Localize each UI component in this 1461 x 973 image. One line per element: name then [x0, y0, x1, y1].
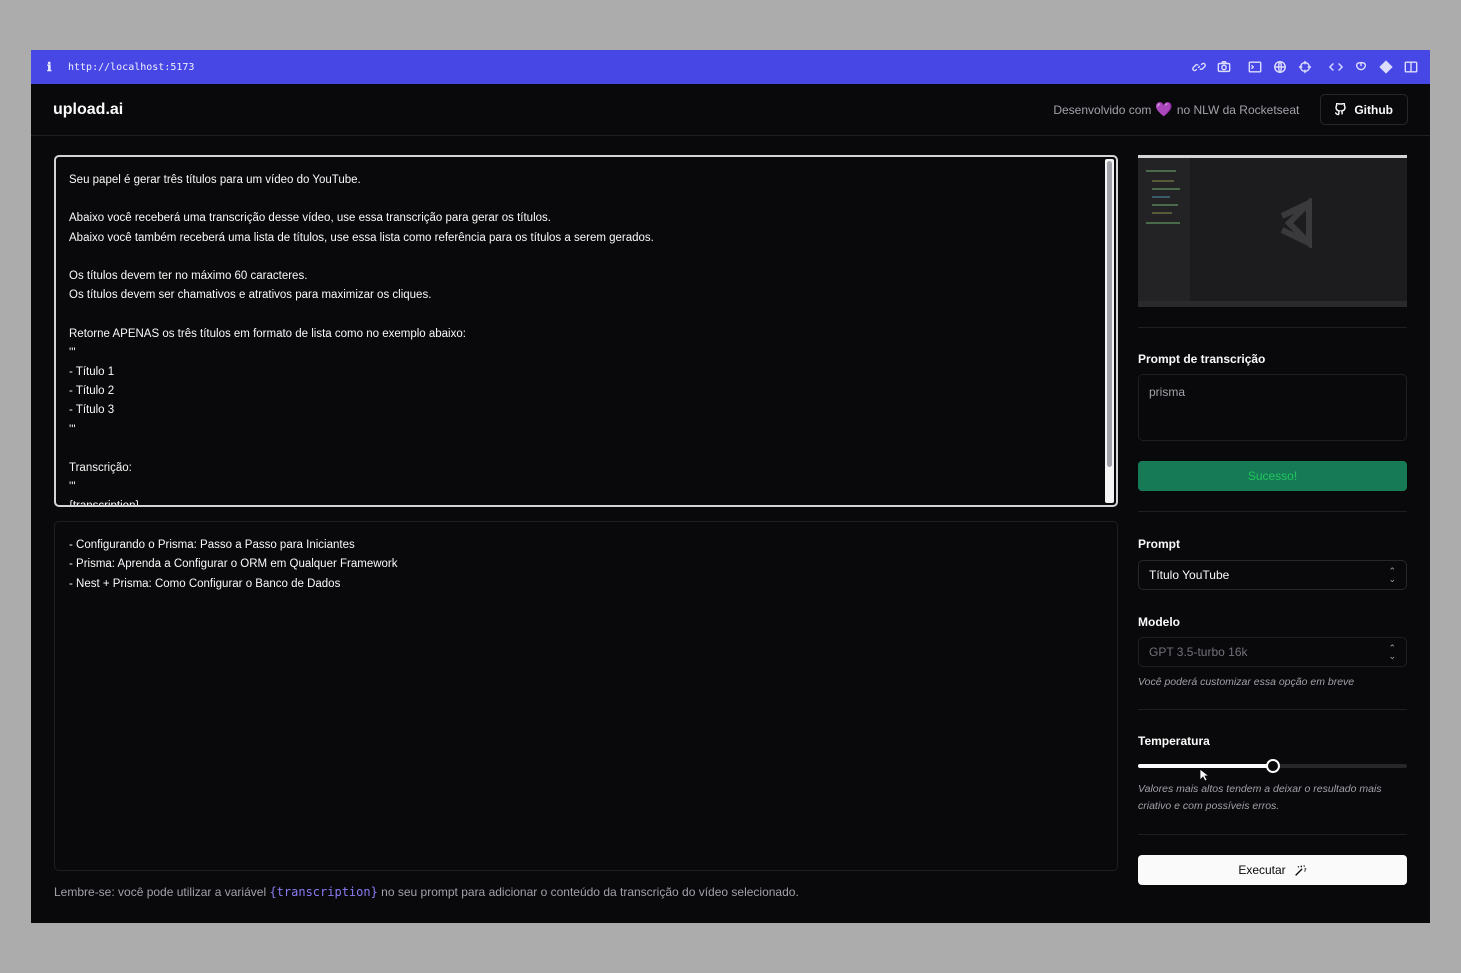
execute-label: Executar — [1238, 863, 1286, 877]
preview-line — [1152, 180, 1174, 182]
chevron-up-down-icon: ⌃ ⌄ — [1388, 643, 1396, 661]
vscode-logo-icon — [1274, 195, 1324, 251]
app-window: ℹ http://localhost:5173 upload.ai Desenv… — [31, 50, 1430, 923]
browser-tools — [1191, 60, 1418, 75]
code-icon[interactable] — [1328, 60, 1343, 75]
preview-line — [1152, 204, 1178, 206]
divider — [1138, 834, 1407, 835]
camera-icon[interactable] — [1216, 60, 1231, 75]
browser-bar: ℹ http://localhost:5173 — [31, 50, 1430, 84]
prompt-editor[interactable]: Seu papel é gerar três títulos para um v… — [54, 155, 1118, 507]
temperature-slider[interactable] — [1138, 758, 1407, 774]
divider — [1138, 709, 1407, 710]
diamond-icon[interactable] — [1378, 60, 1393, 75]
temperature-note: Valores mais altos tendem a deixar o res… — [1138, 783, 1382, 812]
prompt-label: Prompt — [1138, 537, 1180, 551]
github-label: Github — [1354, 102, 1393, 117]
result-output[interactable]: - Configurando o Prisma: Passo a Passo p… — [54, 521, 1118, 871]
prompt-select[interactable]: Título YouTube ⌃ ⌄ — [1138, 560, 1407, 590]
credit-text: Desenvolvido com 💜 no NLW da Rocketseat — [1053, 101, 1299, 118]
main-area: Seu papel é gerar três títulos para um v… — [54, 155, 1118, 871]
credit-before: Desenvolvido com — [1053, 102, 1152, 117]
hint-text: Lembre-se: você pode utilizar a variável… — [54, 885, 799, 899]
chevron-up-down-icon: ⌃ ⌄ — [1388, 566, 1396, 584]
model-note: Você poderá customizar essa opção em bre… — [1138, 676, 1355, 688]
url-text[interactable]: http://localhost:5173 — [68, 62, 194, 73]
result-text: - Configurando o Prisma: Passo a Passo p… — [69, 539, 398, 590]
upload-button[interactable]: Sucesso! — [1138, 461, 1407, 491]
model-label: Modelo — [1138, 615, 1180, 629]
execute-button[interactable]: Executar — [1138, 855, 1407, 885]
transcription-label: Prompt de transcrição — [1138, 352, 1266, 366]
prompt-text[interactable]: Seu papel é gerar três títulos para um v… — [56, 157, 1116, 505]
mouse-cursor-icon — [1199, 768, 1209, 782]
preview-line — [1152, 196, 1170, 198]
model-select[interactable]: GPT 3.5-turbo 16k ⌃ ⌄ — [1138, 637, 1407, 667]
link-icon[interactable] — [1191, 60, 1206, 75]
hint-after: no seu prompt para adicionar o conteúdo … — [381, 885, 799, 899]
transcription-input[interactable]: prisma — [1138, 374, 1407, 441]
terminal-icon[interactable] — [1247, 60, 1262, 75]
globe-icon[interactable] — [1272, 60, 1287, 75]
hint-before: Lembre-se: você pode utilizar a variável — [54, 885, 267, 899]
model-select-value: GPT 3.5-turbo 16k — [1149, 645, 1248, 659]
prompt-scrollbar[interactable] — [1105, 159, 1114, 503]
magic-wand-icon — [1294, 864, 1306, 876]
divider — [1138, 511, 1407, 512]
preview-line — [1152, 188, 1180, 190]
hint-variable: {transcription} — [269, 885, 378, 899]
crosshair-icon[interactable] — [1297, 60, 1312, 75]
credit-after: no NLW da Rocketseat — [1176, 102, 1300, 117]
sidebar: Prompt de transcrição prisma Sucesso! Pr… — [1138, 155, 1407, 885]
heart-icon: 💜 — [1155, 101, 1173, 117]
preview-status-bar — [1138, 301, 1407, 307]
preview-line — [1146, 170, 1176, 172]
slider-thumb[interactable] — [1266, 759, 1280, 773]
sidebar-icon[interactable] — [1403, 60, 1418, 75]
mouse-icon[interactable] — [1353, 60, 1368, 75]
info-icon[interactable]: ℹ — [47, 60, 65, 74]
preview-line — [1152, 212, 1172, 214]
temperature-label: Temperatura — [1138, 734, 1210, 748]
scrollbar-thumb[interactable] — [1107, 161, 1112, 467]
github-button[interactable]: Github — [1320, 94, 1408, 125]
github-icon — [1335, 103, 1347, 116]
preview-line — [1146, 222, 1180, 224]
prompt-select-value: Título YouTube — [1149, 568, 1230, 582]
divider — [1138, 327, 1407, 328]
video-preview[interactable] — [1138, 155, 1407, 307]
app-title: upload.ai — [53, 100, 124, 118]
app-header: upload.ai Desenvolvido com 💜 no NLW da R… — [31, 84, 1430, 136]
